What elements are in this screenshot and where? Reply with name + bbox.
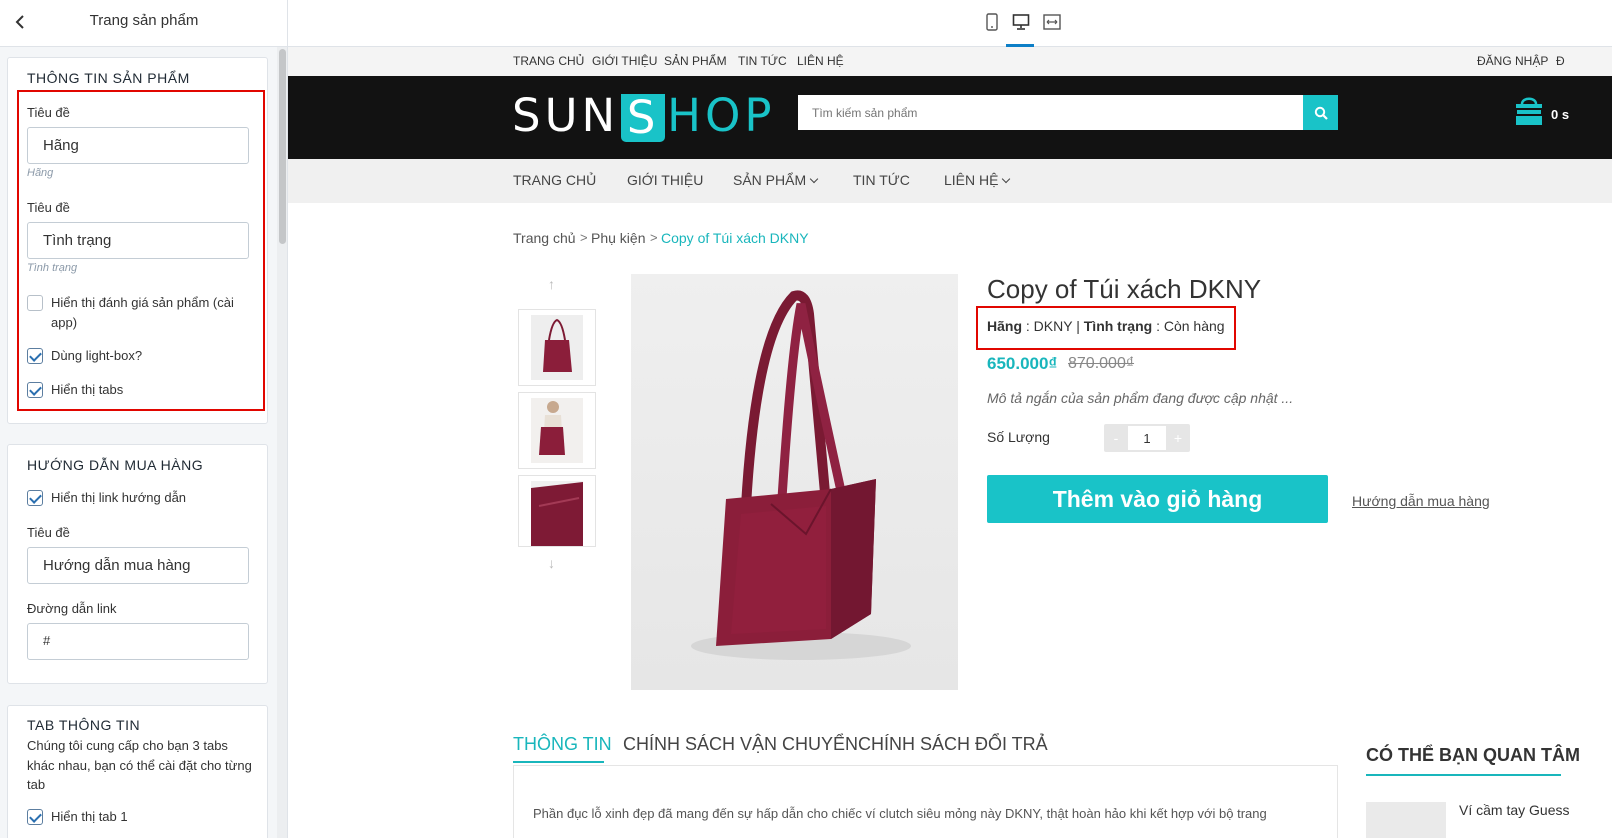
nav-item-products[interactable]: SẢN PHẨM [733, 172, 819, 188]
buy-guide-link[interactable]: Hướng dẫn mua hàng [1352, 493, 1490, 509]
quantity-minus-button[interactable]: - [1104, 424, 1128, 452]
nav-item-home[interactable]: TRANG CHỦ [513, 172, 596, 188]
store-topbar [288, 47, 1612, 76]
quantity-stepper: - + [1104, 424, 1190, 452]
nav-item-about[interactable]: GIỚI THIỆU [627, 172, 703, 188]
store-search-input[interactable] [798, 95, 1303, 130]
active-tab-underline [513, 761, 604, 763]
logo-text-part1: SUN [512, 89, 620, 142]
mobile-icon[interactable] [981, 11, 1003, 33]
tab-info-card: TAB THÔNG TIN Chúng tôi cung cấp cho bạn… [7, 705, 268, 838]
product-thumbnail[interactable] [518, 475, 596, 547]
related-title-underline [1366, 774, 1561, 776]
related-product-image[interactable] [1366, 802, 1446, 838]
app-root: Trang sản phẩm THÔNG TIN SẢN PHẨM Tiêu đ… [0, 0, 1612, 838]
guide-title-input[interactable]: Hướng dẫn mua hàng [27, 547, 249, 584]
thumb-up-arrow-icon[interactable]: ↑ [548, 276, 555, 292]
product-price: 650.000₫ [987, 354, 1058, 373]
related-products-title: CÓ THỂ BẠN QUAN TÂM [1366, 745, 1580, 765]
highlight-box [976, 306, 1236, 350]
tab-info[interactable]: THÔNG TIN [513, 734, 612, 755]
thumb-down-arrow-icon[interactable]: ↓ [548, 555, 555, 571]
chevron-down-icon [809, 174, 819, 184]
tab-info-heading: TAB THÔNG TIN [27, 717, 141, 733]
tab-return-policy[interactable]: CHÍNH SÁCH ĐỔI TRẢ [858, 734, 1048, 755]
quantity-plus-button[interactable]: + [1166, 424, 1190, 452]
sidebar-header: Trang sản phẩm [0, 0, 287, 47]
tab-content-panel [513, 765, 1338, 838]
highlight-box [17, 90, 265, 411]
cart-count[interactable]: 0 s [1551, 107, 1569, 122]
cart-bag-icon[interactable] [1512, 94, 1546, 128]
show-tab1-label: Hiển thị tab 1 [51, 809, 128, 824]
product-title: Copy of Túi xách DKNY [987, 274, 1262, 304]
logo-text-part3: HOP [667, 89, 776, 142]
topbar-link-news[interactable]: TIN TỨC [738, 54, 787, 68]
breadcrumb-home[interactable]: Trang chủ [513, 230, 576, 246]
product-short-description: Mô tả ngắn của sản phẩm đang được cập nh… [987, 390, 1294, 406]
sidebar-scrollbar[interactable] [277, 47, 287, 838]
settings-sidebar: Trang sản phẩm THÔNG TIN SẢN PHẨM Tiêu đ… [0, 0, 288, 838]
buy-guide-heading: HƯỚNG DẪN MUA HÀNG [27, 457, 204, 473]
tab-content-text: Phần đục lỗ xinh đẹp đã mang đến sự hấp … [533, 806, 1267, 821]
product-old-price: 870.000₫ [1068, 355, 1135, 372]
topbar-link-about[interactable]: GIỚI THIỆU [592, 54, 657, 68]
breadcrumb-separator: > [650, 230, 658, 245]
chevron-down-icon [1002, 174, 1011, 184]
scrollbar-thumb[interactable] [279, 49, 286, 244]
tab-info-description: Chúng tôi cung cấp cho bạn 3 tabs khác n… [27, 738, 252, 792]
related-product-name[interactable]: Ví cầm tay Guess [1459, 802, 1569, 818]
breadcrumb-current: Copy of Túi xách DKNY [661, 230, 809, 246]
add-to-cart-button[interactable]: Thêm vào giỏ hàng [987, 475, 1328, 523]
breadcrumb-category[interactable]: Phụ kiện [591, 230, 645, 246]
topbar-link-home[interactable]: TRANG CHỦ [513, 54, 584, 68]
buy-guide-card: HƯỚNG DẪN MUA HÀNG Hiển thị link hướng d… [7, 444, 268, 684]
guide-link-input[interactable]: # [27, 623, 249, 660]
product-thumbnail[interactable] [518, 309, 596, 386]
breadcrumb-separator: > [580, 230, 588, 245]
search-icon [1314, 106, 1328, 120]
product-main-image[interactable] [631, 274, 958, 690]
topbar-login-link[interactable]: ĐĂNG NHẬP [1477, 54, 1548, 68]
show-tab1-checkbox[interactable] [27, 809, 43, 825]
quantity-input[interactable] [1128, 426, 1166, 450]
nav-item-contact[interactable]: LIÊN HỆ [944, 172, 1011, 188]
quantity-label: Số Lượng [987, 429, 1050, 445]
tab-shipping-policy[interactable]: CHÍNH SÁCH VẬN CHUYỂN [623, 734, 858, 755]
nav-item-news[interactable]: TIN TỨC [853, 172, 910, 188]
logo-bag-letter: S [621, 94, 666, 142]
nav-item-contact-label: LIÊN HỆ [944, 172, 999, 188]
sunshop-logo[interactable]: SUN S HOP [512, 89, 772, 142]
sidebar-title: Trang sản phẩm [89, 12, 199, 29]
field-label: Tiêu đề [27, 525, 70, 540]
nav-item-products-label: SẢN PHẨM [733, 172, 807, 188]
topbar-link-contact[interactable]: LIÊN HỆ [797, 54, 844, 68]
field-label: Đường dẫn link [27, 601, 117, 616]
show-guide-link-label: Hiển thị link hướng dẫn [51, 490, 187, 505]
topbar-register-link[interactable]: Đ [1556, 54, 1565, 68]
fullwidth-icon[interactable] [1041, 11, 1063, 33]
preview-toolbar [288, 0, 1612, 47]
search-button[interactable] [1303, 95, 1338, 130]
desktop-icon[interactable] [1010, 11, 1032, 33]
product-info-heading: THÔNG TIN SẢN PHẨM [27, 70, 190, 86]
product-thumbnail[interactable] [518, 392, 596, 469]
show-guide-link-checkbox[interactable] [27, 490, 43, 506]
topbar-link-products[interactable]: SẢN PHẨM [664, 54, 727, 68]
